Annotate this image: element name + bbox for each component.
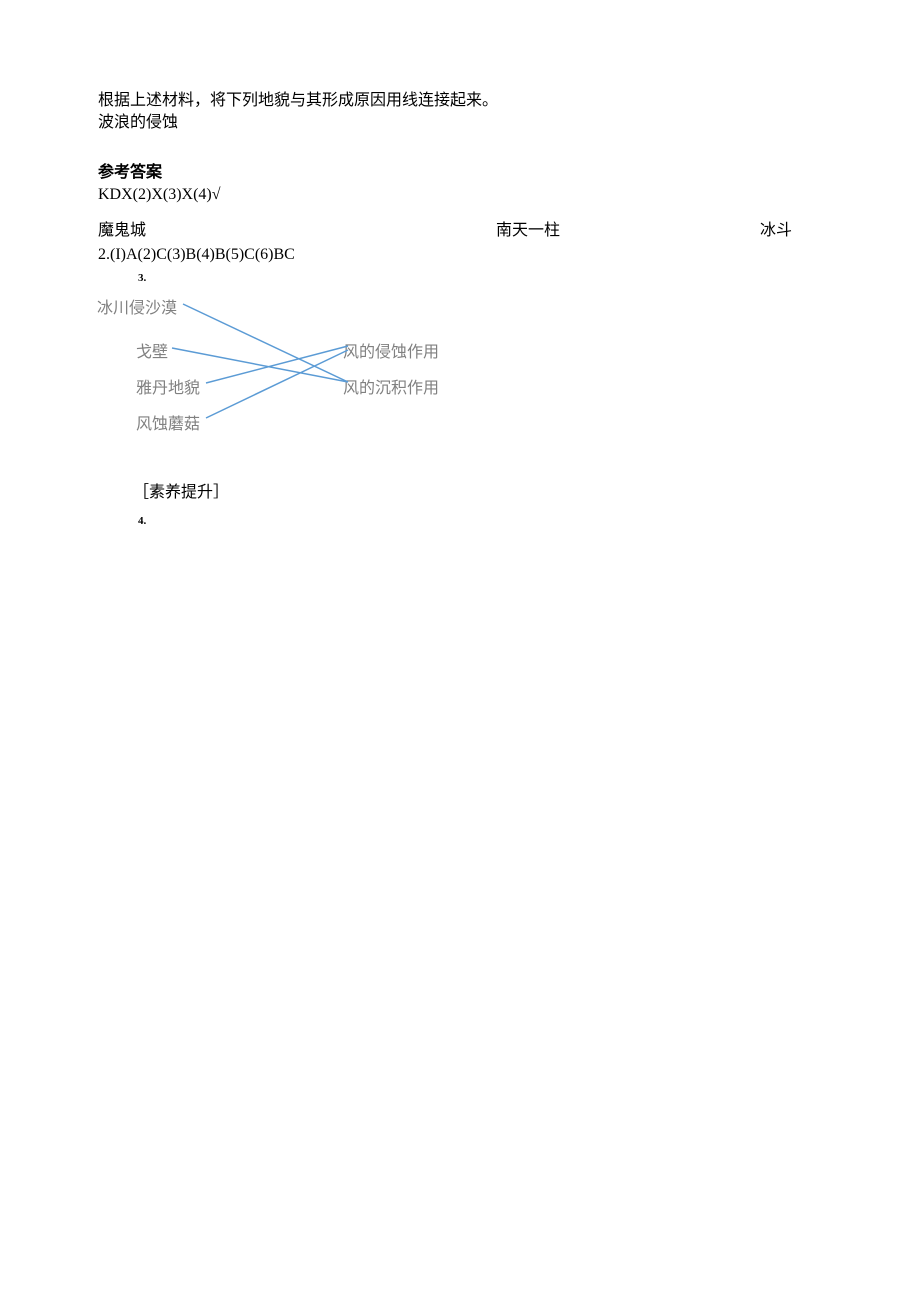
matching-diagram: 冰川侵沙漠 戈壁 雅丹地貌 风蚀蘑菇 风的侵蚀作用 风的沉积作用 [98, 290, 568, 470]
instruction-line-1: 根据上述材料，将下列地貌与其形成原因用线连接起来。 [98, 90, 822, 112]
number-4: 4. [138, 514, 822, 528]
answers-heading: 参考答案 [98, 162, 822, 184]
answer-line-2: 2.(I)A(2)C(3)B(4)B(5)C(6)BC [98, 244, 822, 266]
three-column-labels: 魔鬼城 南天一柱 冰斗 [98, 220, 822, 242]
section-so-you: ［素养提升］ [133, 482, 822, 504]
line-fengshi-erosion [206, 350, 348, 418]
label-nantianyizhu: 南天一柱 [496, 220, 560, 242]
diagram-lines [98, 290, 568, 470]
answer-line-1: KDX(2)X(3)X(4)√ [98, 184, 822, 206]
label-bingdou: 冰斗 [760, 220, 792, 242]
line-bingchuan-deposition [183, 304, 348, 382]
instruction-line-2: 波浪的侵蚀 [98, 112, 822, 134]
label-moguicheng: 魔鬼城 [98, 220, 146, 242]
number-3: 3. [138, 271, 822, 285]
